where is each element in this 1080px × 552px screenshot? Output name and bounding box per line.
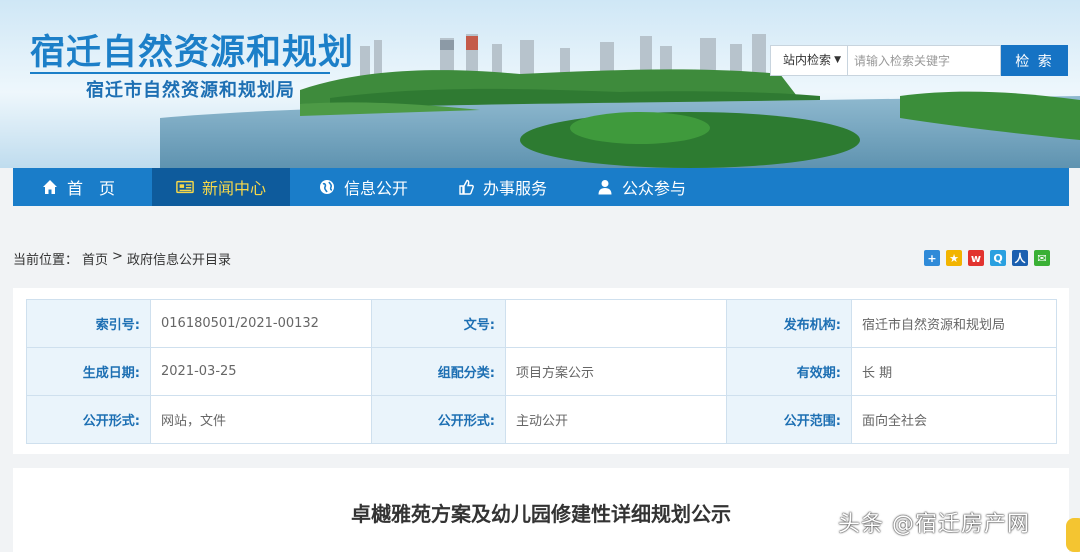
- share-toolbar: + ★ w Q 人 ✉: [924, 250, 1050, 266]
- breadcrumb-link-directory[interactable]: 政府信息公开目录: [127, 249, 231, 268]
- watermark-text: 头条 @宿迁房产网: [838, 512, 1030, 537]
- user-icon: [596, 178, 614, 196]
- search-button[interactable]: 检 索: [1001, 45, 1068, 76]
- wechat-icon[interactable]: ✉: [1034, 250, 1050, 266]
- category-value: 项目方案公示: [505, 347, 727, 396]
- caret-down-icon: ▼: [834, 55, 842, 65]
- header-banner: 宿迁自然资源和规划 宿迁市自然资源和规划局 站内检索 ▼ 检 索: [0, 0, 1080, 168]
- disclosure-mode-value: 主动公开: [505, 395, 727, 444]
- search-input[interactable]: [847, 45, 1002, 76]
- disclosure-scope-label: 公开范围:: [726, 395, 852, 444]
- document-info-table: 索引号: 016180501/2021-00132 文号: 发布机构: 宿迁市自…: [26, 299, 1057, 444]
- site-search: 站内检索 ▼ 检 索: [770, 45, 1068, 76]
- thumbs-up-icon: [457, 178, 475, 196]
- nav-item-news[interactable]: 新闻中心: [152, 168, 290, 206]
- created-date-value: 2021-03-25: [150, 347, 372, 396]
- search-scope-select[interactable]: 站内检索 ▼: [770, 45, 848, 76]
- nav-item-label: 公众参与: [622, 179, 687, 198]
- publisher-value: 宿迁市自然资源和规划局: [851, 299, 1057, 348]
- document-number-label: 文号:: [371, 299, 506, 348]
- title-divider: [30, 72, 330, 74]
- created-date-label: 生成日期:: [26, 347, 151, 396]
- page: 宿迁自然资源和规划 宿迁市自然资源和规划局 站内检索 ▼ 检 索 首 页 新闻中…: [0, 0, 1080, 552]
- newspaper-icon: [176, 178, 194, 196]
- table-row: 生成日期: 2021-03-25 组配分类: 项目方案公示 有效期: 长 期: [26, 347, 1057, 396]
- nav-item-label: 首 页: [67, 179, 116, 198]
- globe-icon: [318, 178, 336, 196]
- search-scope-label: 站内检索: [783, 53, 832, 67]
- nav-item-label: 办事服务: [483, 179, 548, 198]
- disclosure-form-label: 公开形式:: [26, 395, 151, 444]
- nav-item-label: 新闻中心: [202, 179, 267, 198]
- disclosure-mode-label: 公开形式:: [371, 395, 506, 444]
- site-title: 宿迁自然资源和规划: [30, 33, 355, 73]
- document-info-panel: 索引号: 016180501/2021-00132 文号: 发布机构: 宿迁市自…: [13, 288, 1069, 454]
- index-number-label: 索引号:: [26, 299, 151, 348]
- validity-label: 有效期:: [726, 347, 852, 396]
- document-number-value: [505, 299, 727, 348]
- breadcrumb-prefix: 当前位置：: [13, 253, 79, 268]
- tencent-weibo-icon[interactable]: Q: [990, 250, 1006, 266]
- disclosure-scope-value: 面向全社会: [851, 395, 1057, 444]
- home-icon: [41, 178, 59, 196]
- breadcrumb: 当前位置： 首页 > 政府信息公开目录: [13, 249, 231, 268]
- nav-item-info-disclosure[interactable]: 信息公开: [290, 168, 429, 206]
- table-row: 索引号: 016180501/2021-00132 文号: 发布机构: 宿迁市自…: [26, 299, 1057, 348]
- nav-item-services[interactable]: 办事服务: [429, 168, 568, 206]
- main-nav: 首 页 新闻中心 信息公开 办事服务 公众参与: [13, 168, 1069, 206]
- qzone-icon[interactable]: ★: [946, 250, 962, 266]
- index-number-value: 016180501/2021-00132: [150, 299, 372, 348]
- site-subtitle: 宿迁市自然资源和规划局: [86, 80, 295, 101]
- disclosure-form-value: 网站，文件: [150, 395, 372, 444]
- nav-item-label: 信息公开: [344, 179, 409, 198]
- category-label: 组配分类:: [371, 347, 506, 396]
- validity-value: 长 期: [851, 347, 1057, 396]
- renren-icon[interactable]: 人: [1012, 250, 1028, 266]
- breadcrumb-link-home[interactable]: 首页: [82, 249, 108, 268]
- table-row: 公开形式: 网站，文件 公开形式: 主动公开 公开范围: 面向全社会: [26, 395, 1057, 444]
- nav-item-home[interactable]: 首 页: [13, 168, 152, 206]
- nav-item-public-participation[interactable]: 公众参与: [568, 168, 707, 206]
- weibo-icon[interactable]: w: [968, 250, 984, 266]
- breadcrumb-separator: >: [112, 249, 123, 264]
- plus-icon[interactable]: +: [924, 250, 940, 266]
- publisher-label: 发布机构:: [726, 299, 852, 348]
- corner-badge-icon: [1066, 518, 1080, 552]
